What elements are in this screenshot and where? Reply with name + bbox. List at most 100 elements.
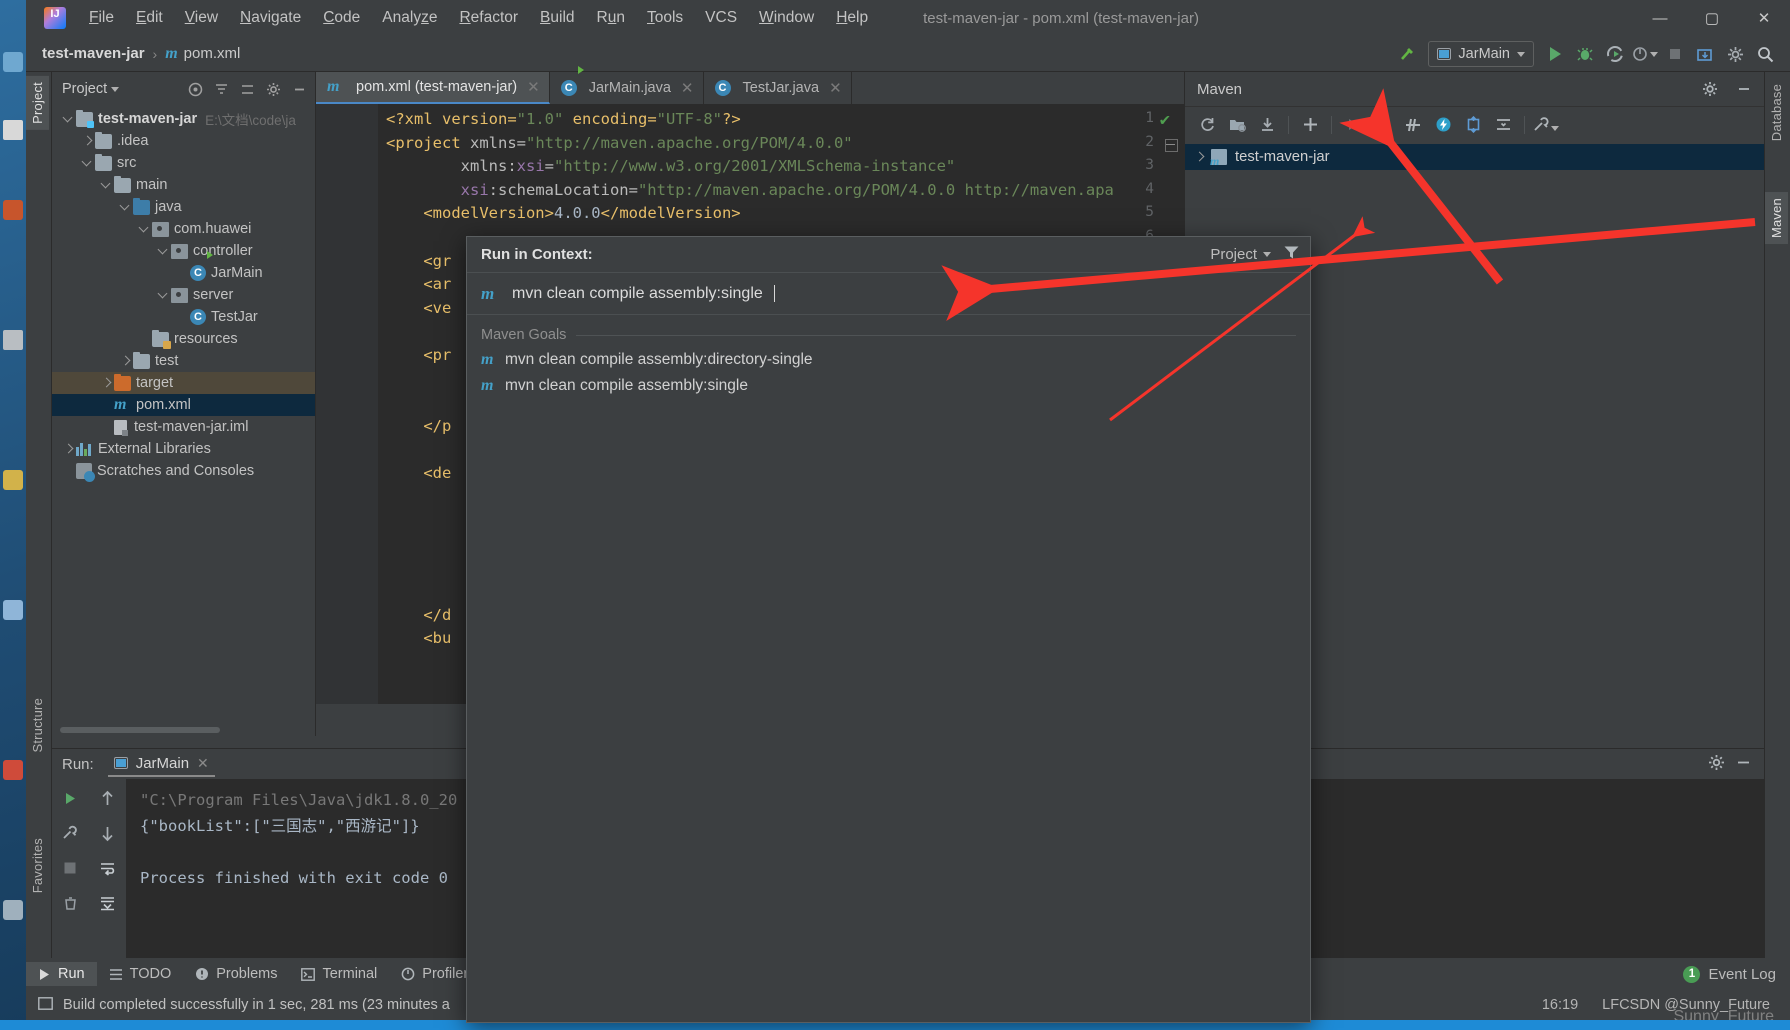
tree-row-test-maven-jar-iml[interactable]: test-maven-jar.iml xyxy=(52,416,315,438)
menu-analyze[interactable]: Analyze xyxy=(371,5,448,31)
maven-projects-tree[interactable]: test-maven-jar xyxy=(1185,142,1764,170)
tree-row-test[interactable]: test xyxy=(52,350,315,372)
tree-row-test-maven-jar[interactable]: test-maven-jar E:\文档\code\ja xyxy=(52,108,315,130)
run-icon[interactable] xyxy=(1339,111,1367,139)
code-line[interactable]: <ar xyxy=(386,275,451,293)
no-chevron[interactable] xyxy=(62,464,76,478)
event-log-label[interactable]: Event Log xyxy=(1708,966,1776,983)
run-tab-jarmain[interactable]: JarMain ✕ xyxy=(107,752,215,777)
maven-settings-icon[interactable] xyxy=(1532,111,1560,139)
code-line[interactable]: <modelVersion>4.0.0</modelVersion> xyxy=(386,204,740,222)
trash-icon[interactable] xyxy=(59,892,81,914)
run-icon[interactable] xyxy=(1540,39,1570,69)
tree-row-server[interactable]: server xyxy=(52,284,315,306)
maven-m-icon[interactable]: m xyxy=(1369,111,1397,139)
no-chevron[interactable] xyxy=(138,332,152,346)
code-line[interactable]: xmlns:xsi="http://www.w3.org/2001/XMLSch… xyxy=(386,157,956,175)
chevron-down-icon[interactable] xyxy=(81,156,95,170)
maximize-button[interactable]: ▢ xyxy=(1686,0,1738,36)
menu-run[interactable]: Run xyxy=(586,5,636,31)
update-project-icon[interactable] xyxy=(1690,39,1720,69)
hide-icon[interactable] xyxy=(1735,754,1752,775)
project-panel-title[interactable]: Project xyxy=(62,81,107,97)
tree-row-controller[interactable]: controller xyxy=(52,240,315,262)
menu-tools[interactable]: Tools xyxy=(636,5,694,31)
generate-sources-icon[interactable] xyxy=(1223,111,1251,139)
code-line[interactable]: <?xml version="1.0" encoding="UTF-8"?> xyxy=(386,110,741,128)
download-sources-icon[interactable] xyxy=(1253,111,1281,139)
sidebar-item-favorites[interactable]: Favorites xyxy=(26,832,49,899)
menu-edit[interactable]: Edit xyxy=(125,5,174,31)
code-line[interactable]: </d xyxy=(386,606,451,624)
close-icon[interactable]: ✕ xyxy=(197,755,209,772)
chevron-right-icon[interactable] xyxy=(81,134,95,148)
project-tree[interactable]: test-maven-jar E:\文档\code\ja .idea src main j… xyxy=(52,106,315,724)
chevron-down-icon[interactable] xyxy=(100,178,114,192)
close-icon[interactable]: ✕ xyxy=(527,78,540,96)
chevron-right-icon[interactable] xyxy=(119,354,133,368)
run-in-context-popup[interactable]: Run in Context: Project m mvn clean comp… xyxy=(466,236,1311,1023)
scroll-to-end-icon[interactable] xyxy=(96,892,118,914)
editor-tab-bar[interactable]: m pom.xml (test-maven-jar) ✕ C JarMain.java ✕… xyxy=(316,72,1184,104)
tree-row-main[interactable]: main xyxy=(52,174,315,196)
tree-row--idea[interactable]: .idea xyxy=(52,130,315,152)
code-line[interactable]: <bu xyxy=(386,629,451,647)
stop-icon[interactable] xyxy=(1660,39,1690,69)
editor-gutter[interactable] xyxy=(316,104,378,704)
inspection-status-icon[interactable]: ✔ xyxy=(1160,110,1170,130)
chevron-down-icon[interactable] xyxy=(157,244,171,258)
tree-row-target[interactable]: target xyxy=(52,372,315,394)
wrench-icon[interactable] xyxy=(59,822,81,844)
chevron-right-icon[interactable] xyxy=(62,442,76,456)
menu-refactor[interactable]: Refactor xyxy=(448,5,529,31)
breadcrumb[interactable]: test-maven-jar › m pom.xml xyxy=(26,45,240,63)
chevron-right-icon[interactable] xyxy=(100,376,114,390)
run-with-coverage-icon[interactable] xyxy=(1600,39,1630,69)
no-chevron[interactable] xyxy=(176,310,190,324)
bottom-item-run[interactable]: Run xyxy=(26,962,97,986)
menu-help[interactable]: Help xyxy=(825,5,879,31)
close-button[interactable]: ✕ xyxy=(1738,0,1790,36)
project-horizontal-scrollbar[interactable] xyxy=(52,724,315,736)
menu-vcs[interactable]: VCS xyxy=(694,5,748,31)
no-chevron[interactable] xyxy=(176,266,190,280)
sidebar-item-maven[interactable]: Maven xyxy=(1765,192,1788,245)
event-log-area[interactable]: 1 Event Log xyxy=(1683,965,1790,983)
tree-row-jarmain[interactable]: C JarMain xyxy=(52,262,315,284)
no-chevron[interactable] xyxy=(100,398,114,412)
settings-icon[interactable] xyxy=(1720,39,1750,69)
tree-row-pom-xml[interactable]: m pom.xml xyxy=(52,394,315,416)
hammer-icon[interactable] xyxy=(1392,39,1422,69)
sidebar-item-structure[interactable]: Structure xyxy=(26,692,49,759)
close-icon[interactable]: ✕ xyxy=(681,79,694,97)
sidebar-item-database[interactable]: Database xyxy=(1765,78,1788,147)
popup-scope-selector[interactable]: Project xyxy=(1210,246,1271,263)
code-line[interactable]: </p xyxy=(386,417,451,435)
tree-row-external-libraries[interactable]: External Libraries xyxy=(52,438,315,460)
menu-bar[interactable]: File Edit View Navigate Code Analyze Ref… xyxy=(78,0,879,36)
popup-search-input[interactable]: m mvn clean compile assembly:single xyxy=(467,273,1310,315)
menu-window[interactable]: Window xyxy=(748,5,825,31)
skip-tests-icon[interactable] xyxy=(1399,111,1427,139)
gear-icon[interactable] xyxy=(1696,75,1724,103)
code-line[interactable]: <gr xyxy=(386,252,451,270)
expand-all-icon[interactable] xyxy=(1459,111,1487,139)
tree-row-src[interactable]: src xyxy=(52,152,315,174)
reimport-icon[interactable] xyxy=(1193,111,1221,139)
code-line[interactable]: <project xmlns="http://maven.apache.org/… xyxy=(386,134,853,152)
profile-icon[interactable] xyxy=(1630,39,1660,69)
execute-goal-icon[interactable] xyxy=(1429,111,1457,139)
fold-marker-icon[interactable] xyxy=(1165,138,1178,152)
filter-icon[interactable] xyxy=(1283,244,1300,265)
menu-build[interactable]: Build xyxy=(529,5,585,31)
bottom-item-problems[interactable]: Problems xyxy=(183,962,289,986)
menu-file[interactable]: File xyxy=(78,5,125,31)
code-line[interactable]: <pr xyxy=(386,346,451,364)
chevron-down-icon[interactable] xyxy=(138,222,152,236)
search-everywhere-icon[interactable] xyxy=(1750,39,1780,69)
popup-item-1[interactable]: m mvn clean compile assembly:single xyxy=(467,373,1310,399)
menu-view[interactable]: View xyxy=(174,5,229,31)
gear-icon[interactable] xyxy=(1708,754,1725,775)
add-icon[interactable] xyxy=(1296,111,1324,139)
bottom-item-terminal[interactable]: Terminal xyxy=(289,962,389,986)
